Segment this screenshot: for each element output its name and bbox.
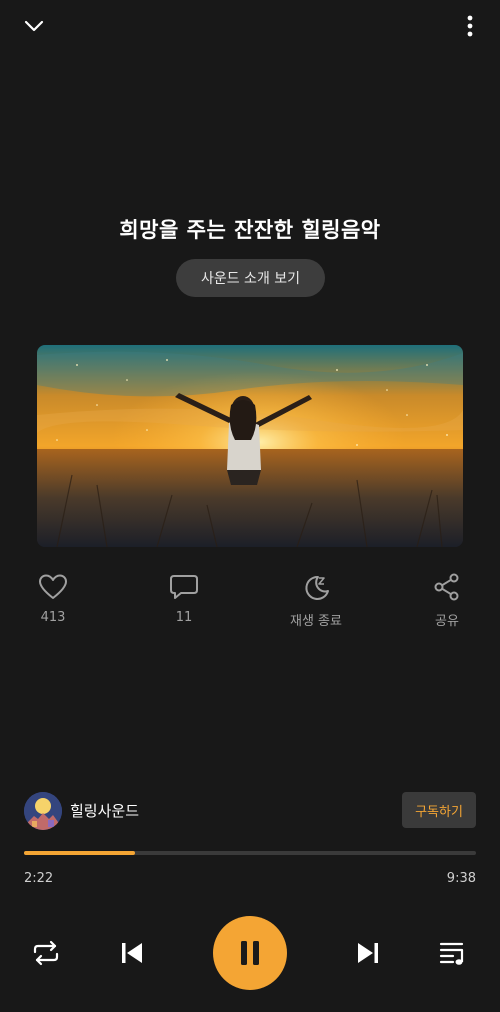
- pause-icon: [241, 941, 259, 965]
- channel-avatar[interactable]: [24, 792, 62, 830]
- chevron-down-icon[interactable]: [14, 10, 54, 42]
- channel-row: 힐링사운드 구독하기: [24, 790, 476, 830]
- playback-controls: [0, 916, 500, 990]
- sleep-timer-label: 재생 종료: [290, 614, 342, 629]
- like-button[interactable]: 413: [8, 572, 98, 625]
- playlist-icon: [439, 942, 464, 965]
- track-title: 희망을 주는 잔잔한 힐링음악: [119, 218, 381, 242]
- moon-sleep-icon: [271, 572, 361, 602]
- share-icon: [402, 572, 492, 602]
- comment-count: 11: [175, 610, 193, 625]
- comment-icon: [139, 572, 229, 602]
- like-count: 413: [40, 610, 66, 625]
- next-button[interactable]: [350, 936, 386, 970]
- heart-icon: [8, 572, 98, 602]
- progress-bar[interactable]: [24, 850, 476, 856]
- total-time: 9:38: [446, 871, 476, 886]
- progress-fill: [24, 851, 136, 855]
- skip-previous-icon: [122, 943, 142, 963]
- share-label: 공유: [435, 614, 459, 629]
- channel-name[interactable]: 힐링사운드: [70, 800, 139, 821]
- repeat-icon: [33, 940, 59, 966]
- top-bar: [0, 0, 500, 56]
- playlist-button[interactable]: [435, 936, 471, 970]
- repeat-button[interactable]: [28, 936, 64, 970]
- share-button[interactable]: 공유: [402, 572, 492, 629]
- album-artwork: [37, 345, 463, 547]
- subscribe-button[interactable]: 구독하기: [402, 792, 476, 828]
- more-vertical-icon[interactable]: [454, 10, 486, 42]
- sound-intro-button[interactable]: 사운드 소개 보기: [176, 259, 325, 297]
- previous-button[interactable]: [114, 936, 150, 970]
- pause-button[interactable]: [213, 916, 287, 990]
- skip-next-icon: [358, 943, 378, 963]
- comment-button[interactable]: 11: [139, 572, 229, 625]
- action-bar: 413 11 재생 종료 공유: [0, 572, 500, 632]
- elapsed-time: 2:22: [24, 871, 54, 886]
- sunset-field-image: [37, 345, 463, 547]
- sleep-timer-button[interactable]: 재생 종료: [271, 572, 361, 629]
